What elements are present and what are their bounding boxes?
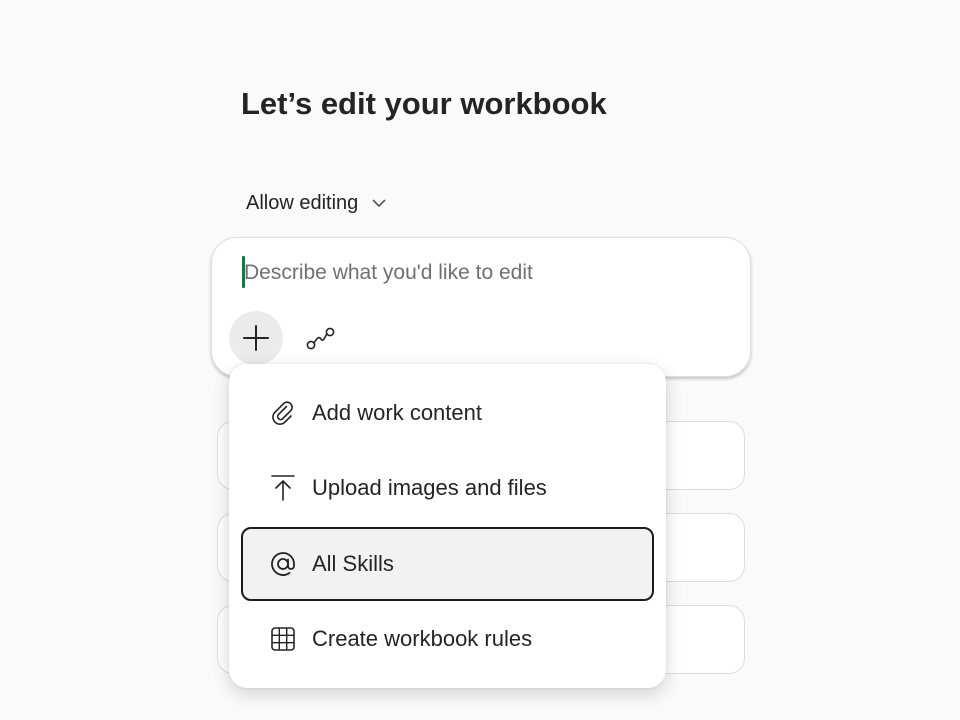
paperclip-icon	[269, 399, 297, 427]
table-grid-icon	[269, 625, 297, 653]
menu-item-label: Add work content	[312, 400, 482, 425]
page-title: Let’s edit your workbook	[241, 86, 607, 121]
upload-icon	[269, 474, 297, 502]
menu-item-label: Upload images and files	[312, 475, 547, 500]
plus-icon	[243, 325, 269, 351]
attach-menu: Add work content Upload images and files…	[229, 364, 666, 688]
menu-item-upload-images-files[interactable]: Upload images and files	[241, 451, 654, 525]
menu-item-all-skills[interactable]: All Skills	[241, 527, 654, 601]
page: Let’s edit your workbook Allow editing D…	[0, 0, 960, 720]
agent-flow-button[interactable]	[304, 322, 338, 356]
prompt-input[interactable]	[244, 258, 714, 288]
menu-item-label: All Skills	[312, 551, 394, 576]
agent-flow-icon	[306, 327, 335, 350]
prompt-composer	[211, 237, 751, 377]
mode-dropdown-label: Allow editing	[246, 191, 359, 214]
chevron-down-icon	[372, 199, 386, 207]
menu-item-label: Create workbook rules	[312, 626, 533, 651]
mode-dropdown[interactable]: Allow editing	[246, 189, 386, 217]
add-attachment-button[interactable]	[229, 311, 283, 365]
at-sign-icon	[269, 550, 297, 578]
menu-item-add-work-content[interactable]: Add work content	[241, 376, 654, 450]
menu-item-create-workbook-rules[interactable]: Create workbook rules	[241, 602, 654, 676]
